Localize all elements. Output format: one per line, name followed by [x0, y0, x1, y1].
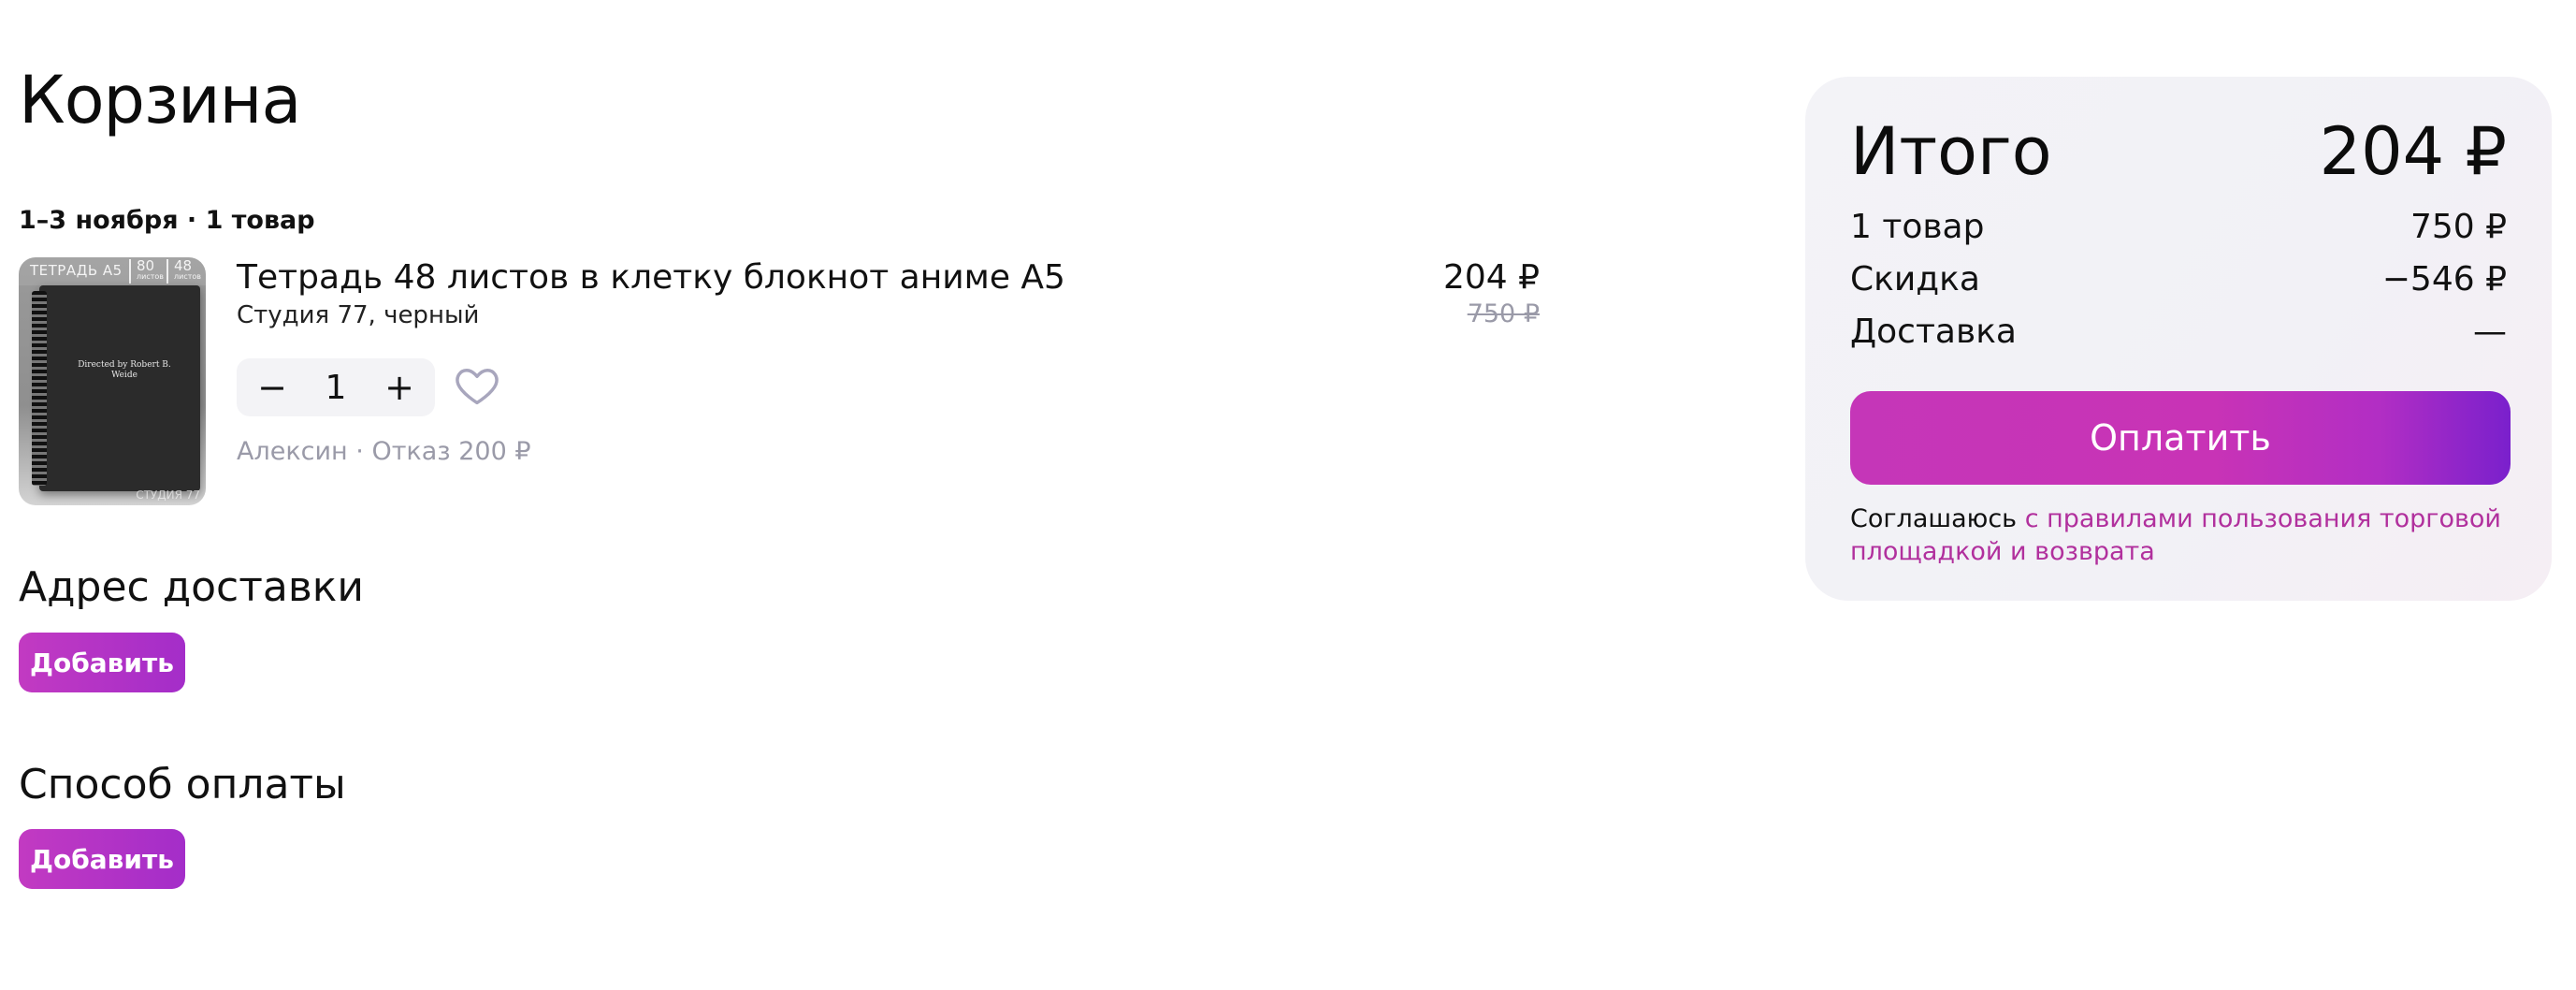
summary-row-value: −546 ₽	[2381, 260, 2507, 298]
summary-row-discount: Скидка −546 ₽	[1850, 260, 2507, 298]
decrease-quantity-button[interactable]: −	[252, 367, 293, 408]
quantity-stepper: − 1 +	[237, 358, 435, 416]
seller-info: Алексин · Отказ 200 ₽	[237, 437, 531, 466]
quantity-value: 1	[325, 368, 347, 407]
page-title: Корзина	[19, 62, 301, 138]
product-image[interactable]: ТЕТРАДЬ А5 80 листов 48 листов Directed by…	[19, 257, 206, 505]
increase-quantity-button[interactable]: +	[379, 367, 420, 408]
product-variant: Студия 77, черный	[237, 301, 480, 329]
summary-row-delivery: Доставка —	[1850, 313, 2507, 351]
product-image-pages: 48 листов	[166, 259, 201, 284]
product-price: 204 ₽	[1442, 258, 1540, 297]
payment-section-title: Способ оплаты	[19, 761, 346, 808]
add-payment-button[interactable]: Добавить	[19, 829, 185, 889]
product-image-sheets: 80 листов	[129, 259, 164, 284]
terms-prefix: Соглашаюсь	[1850, 504, 2025, 533]
summary-row-value: 750 ₽	[2410, 208, 2507, 246]
order-summary-card: Итого 204 ₽ 1 товар 750 ₽ Скидка −546 ₽ …	[1805, 77, 2552, 601]
notebook-spiral	[32, 291, 47, 486]
pay-button[interactable]: Оплатить	[1850, 391, 2511, 485]
total-value: 204 ₽	[2319, 113, 2507, 190]
summary-row-value: —	[2473, 313, 2507, 351]
address-section-title: Адрес доставки	[19, 563, 364, 611]
summary-row-label: Доставка	[1850, 313, 2017, 351]
delivery-meta: 1–3 ноября · 1 товар	[19, 206, 315, 235]
summary-row-label: Скидка	[1850, 260, 1980, 298]
favorite-heart-icon[interactable]	[453, 361, 501, 410]
notebook-cover	[39, 285, 200, 491]
total-label: Итого	[1850, 113, 2052, 190]
summary-row-label: 1 товар	[1850, 208, 1985, 246]
add-address-button[interactable]: Добавить	[19, 633, 185, 692]
terms-text: Соглашаюсь с правилами пользования торго…	[1850, 502, 2511, 568]
product-name[interactable]: Тетрадь 48 листов в клетку блокнот аниме…	[237, 258, 1065, 297]
notebook-cover-text: Directed by Robert B. Weide	[78, 360, 171, 380]
summary-row-items: 1 товар 750 ₽	[1850, 208, 2507, 246]
product-image-watermark: СТУДИЯ 77	[136, 488, 200, 502]
product-image-tag: ТЕТРАДЬ А5	[30, 262, 123, 279]
product-old-price: 750 ₽	[1467, 299, 1540, 328]
